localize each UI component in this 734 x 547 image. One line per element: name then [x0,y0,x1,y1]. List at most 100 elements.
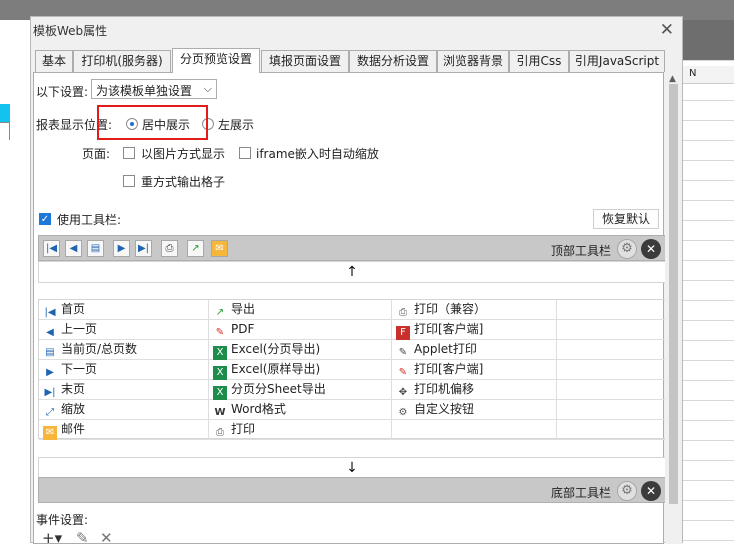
list-item[interactable]: X Excel(分页导出) [209,340,392,360]
print-icon: ⎙ [399,307,407,318]
dialog-title: 模板Web属性 [33,24,108,38]
arrow-up-icon: ↑ [346,264,358,280]
mail-icon: ✉ [43,426,57,440]
print-icon[interactable]: ⎙ [161,240,178,257]
top-toolbar: |◀ ◀ ▤ ▶ ▶| ⎙ ↗ ✉ 顶部工具栏 ⚙ ✕ [38,235,666,261]
list-item[interactable]: ⎙ 打印 [209,420,392,440]
checkbox-use-toolbar[interactable]: ✓ [39,213,51,225]
scope-select-value: 为该模板单独设置 [96,84,193,98]
last-page-icon[interactable]: ▶| [135,240,152,257]
delete-icon[interactable]: ✕ [100,529,113,547]
prev-page-icon[interactable]: ◀ [65,240,82,257]
pdf-print-icon: ✎ [398,367,408,378]
zoom-icon: ⤢ [46,407,54,418]
top-toolbar-gear-icon[interactable]: ⚙ [617,239,637,259]
scrollbar-thumb[interactable] [669,84,678,504]
export-icon[interactable]: ↗ [187,240,204,257]
last-page-icon: ▶| [44,387,56,398]
list-item [557,360,665,380]
checkbox-iframe-zoom-label: iframe嵌入时自动缩放 [256,147,379,161]
template-web-properties-dialog: 模板Web属性 ✕ 基本 打印机(服务器) 分页预览设置 填报页面设置 数据分析… [30,16,683,547]
list-item[interactable]: ▶| 末页 [39,380,209,400]
tab-printer-server[interactable]: 打印机(服务器) [73,50,171,72]
list-item [557,340,665,360]
background-toolbar [683,20,734,60]
highlight-box [97,105,208,140]
edit-icon[interactable]: ✎ [76,529,89,547]
bottom-toolbar-label: 底部工具栏 [550,486,611,500]
list-item[interactable]: ▶ 下一页 [39,360,209,380]
list-item [557,320,665,340]
bottom-toolbar-close-icon[interactable]: ✕ [641,481,661,501]
dialog-titlebar: 模板Web属性 ✕ [31,17,682,45]
background-column-header: N [683,66,734,84]
tab-data-analysis-settings[interactable]: 数据分析设置 [349,50,437,72]
first-page-icon[interactable]: |◀ [43,240,60,257]
tab-page-preview-settings[interactable]: 分页预览设置 [172,48,260,73]
list-item[interactable]: X 分页分Sheet导出 [209,380,392,400]
tab-javascript[interactable]: 引用JavaScript [569,50,665,72]
bottom-toolbar: 底部工具栏 ⚙ ✕ [38,477,666,503]
scroll-up-icon[interactable]: ▲ [669,74,676,84]
first-page-icon: |◀ [44,307,56,318]
export-icon: ↗ [215,307,225,318]
applet-print-icon: ✎ [398,347,408,358]
list-item[interactable]: ✎ 打印[客户端] [392,360,557,380]
move-up-row[interactable]: ↑ [38,261,666,283]
list-item[interactable]: ↗ 导出 [209,300,392,320]
next-page-icon[interactable]: ▶ [113,240,130,257]
tab-fill-page-settings[interactable]: 填报页面设置 [261,50,349,72]
checkbox-iframe-zoom[interactable] [239,147,251,159]
scope-label: 以下设置: [36,85,89,99]
mail-icon[interactable]: ✉ [211,240,228,257]
checkbox-image-mode[interactable] [123,147,135,159]
list-item[interactable]: ⤢ 缩放 [39,400,209,420]
list-item[interactable]: ✎ PDF [209,320,392,340]
pdf-icon: ✎ [215,327,225,338]
bottom-toolbar-gear-icon[interactable]: ⚙ [617,481,637,501]
background-spreadsheet [683,60,734,543]
checkbox-output-cells-label: 重方式输出格子 [141,175,226,189]
list-item[interactable]: F 打印[客户端] [392,320,557,340]
tab-basic[interactable]: 基本 [35,50,73,72]
list-item[interactable]: ◀ 上一页 [39,320,209,340]
list-item[interactable]: ⚙ 自定义按钮 [392,400,557,420]
list-item[interactable]: ✎ Applet打印 [392,340,557,360]
excel-icon: X [213,346,227,360]
list-item[interactable]: |◀ 首页 [39,300,209,320]
excel-sheet-icon: X [213,386,227,400]
chevron-down-icon: ⌵ [203,82,212,95]
list-item[interactable]: W Word格式 [209,400,392,420]
top-toolbar-label: 顶部工具栏 [550,244,611,258]
list-item[interactable]: ✉ 邮件 [39,420,209,440]
top-toolbar-close-icon[interactable]: ✕ [641,239,661,259]
list-item[interactable]: ✥ 打印机偏移 [392,380,557,400]
toolbar-items-grid: |◀ 首页 ◀ 上一页 ▤ 当前页/总页数 ▶ 下一页 ▶| 末页 ⤢ 缩放 ✉ 邮件 ↗ 导出… [38,299,666,440]
background-cell [0,122,10,140]
page-count-icon[interactable]: ▤ [87,240,104,257]
restore-default-button[interactable]: 恢复默认 [593,209,659,229]
arrow-down-icon: ↓ [346,460,358,476]
close-icon[interactable]: ✕ [660,20,674,40]
background-selected-cell [0,104,10,122]
tab-css[interactable]: 引用Css [509,50,569,72]
list-item[interactable]: ⎙ 打印（兼容） [392,300,557,320]
radio-left-label: 左展示 [218,118,255,132]
page-label: 页面: [82,147,111,161]
word-icon: W [214,407,226,418]
move-down-row[interactable]: ↓ [38,457,666,479]
list-item[interactable]: ▤ 当前页/总页数 [39,340,209,360]
move-icon: ✥ [398,387,408,398]
add-icon[interactable]: +▾ [42,529,62,547]
vertical-scrollbar[interactable]: ▲ [665,72,682,544]
list-item [557,420,665,440]
scope-select[interactable]: 为该模板单独设置 ⌵ [91,79,217,99]
list-item[interactable]: X Excel(原样导出) [209,360,392,380]
gear-icon: ⚙ [398,407,408,418]
checkbox-output-cells[interactable] [123,175,135,187]
tab-browser-background[interactable]: 浏览器背景 [437,50,509,72]
page-count-icon: ▤ [45,347,55,358]
excel-icon: X [213,366,227,380]
list-item [557,400,665,420]
list-item[interactable] [392,420,557,440]
